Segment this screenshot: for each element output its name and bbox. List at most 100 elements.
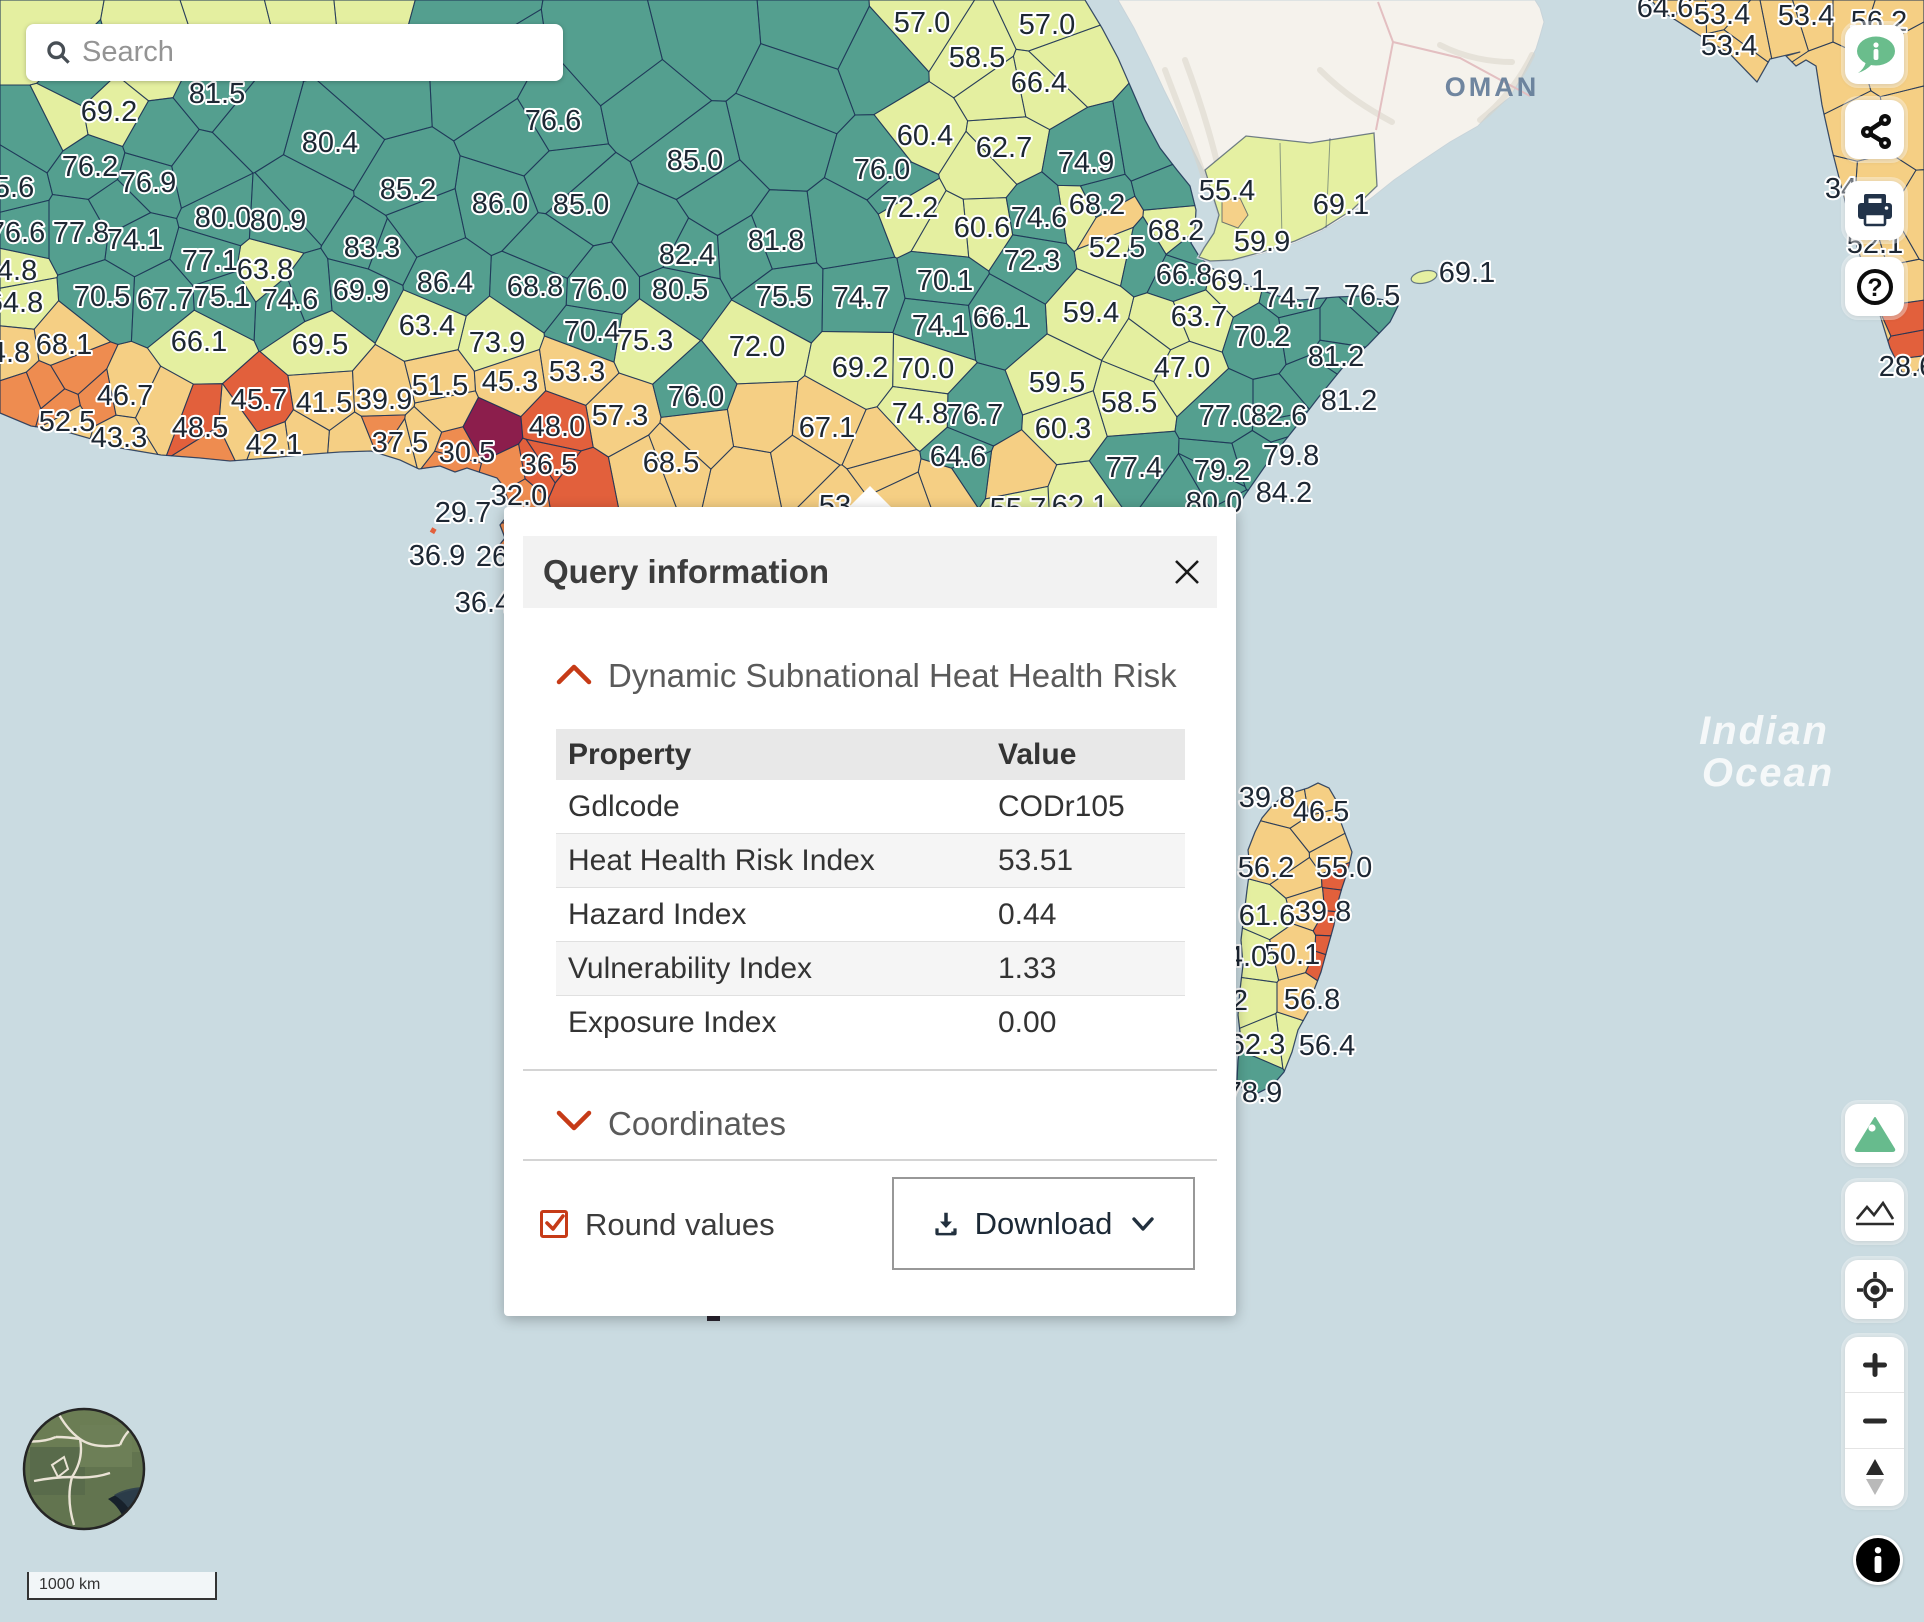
svg-text:67.7: 67.7 <box>137 284 193 316</box>
svg-text:76.2: 76.2 <box>62 151 118 183</box>
svg-text:76.5: 76.5 <box>1344 280 1400 312</box>
svg-text:72.0: 72.0 <box>729 331 785 363</box>
svg-text:76.6: 76.6 <box>0 217 45 249</box>
svg-text:45.7: 45.7 <box>231 384 287 416</box>
svg-text:70.2: 70.2 <box>1234 321 1290 353</box>
svg-text:68.2: 68.2 <box>1148 215 1204 247</box>
svg-text:36.5: 36.5 <box>521 449 577 481</box>
svg-text:53.4: 53.4 <box>1694 0 1750 31</box>
svg-text:52.5: 52.5 <box>39 406 95 438</box>
svg-text:55.0: 55.0 <box>1316 852 1372 884</box>
svg-text:77.4: 77.4 <box>1106 452 1162 484</box>
svg-text:80.4: 80.4 <box>302 127 358 159</box>
svg-text:63.4: 63.4 <box>399 310 455 342</box>
svg-text:28.6: 28.6 <box>1879 351 1924 383</box>
svg-text:85.0: 85.0 <box>667 145 723 177</box>
svg-text:80.0: 80.0 <box>195 202 251 234</box>
svg-text:36.9: 36.9 <box>409 540 465 572</box>
svg-text:51.5: 51.5 <box>412 370 468 402</box>
svg-text:76.0: 76.0 <box>854 154 910 186</box>
svg-text:69.9: 69.9 <box>333 275 389 307</box>
svg-text:62.7: 62.7 <box>976 132 1032 164</box>
svg-text:53.4: 53.4 <box>1778 0 1834 32</box>
svg-text:69.1: 69.1 <box>1211 265 1267 297</box>
svg-text:62.3: 62.3 <box>1229 1029 1285 1061</box>
svg-text:81.2: 81.2 <box>1308 341 1364 373</box>
svg-text:77.0: 77.0 <box>1199 400 1255 432</box>
svg-text:58.5: 58.5 <box>1101 387 1157 419</box>
svg-text:66.4: 66.4 <box>1011 67 1067 99</box>
svg-text:63.7: 63.7 <box>1171 301 1227 333</box>
svg-text:68.5: 68.5 <box>643 447 699 479</box>
svg-text:74.6: 74.6 <box>262 284 318 316</box>
svg-text:64.6: 64.6 <box>930 441 986 473</box>
svg-text:84.2: 84.2 <box>1256 477 1312 509</box>
svg-text:74.1: 74.1 <box>912 310 968 342</box>
svg-text:57.0: 57.0 <box>1019 9 1075 41</box>
svg-text:39.8: 39.8 <box>1295 896 1351 928</box>
svg-text:74.6: 74.6 <box>1011 202 1067 234</box>
svg-text:55.4: 55.4 <box>1199 175 1255 207</box>
svg-text:75.3: 75.3 <box>617 325 673 357</box>
svg-text:63.8: 63.8 <box>237 254 293 286</box>
svg-text:48.5: 48.5 <box>172 412 228 444</box>
svg-text:77.1: 77.1 <box>182 245 238 277</box>
svg-text:50.1: 50.1 <box>1264 939 1320 971</box>
svg-text:64.8: 64.8 <box>0 287 43 319</box>
svg-text:?: ? <box>1867 274 1882 302</box>
svg-text:81.8: 81.8 <box>748 225 804 257</box>
svg-text:76.9: 76.9 <box>120 167 176 199</box>
svg-text:57.3: 57.3 <box>592 400 648 432</box>
svg-text:64.6: 64.6 <box>1637 0 1693 24</box>
svg-text:69.2: 69.2 <box>81 96 137 128</box>
svg-text:48.0: 48.0 <box>529 411 585 443</box>
svg-text:57.0: 57.0 <box>894 7 950 39</box>
svg-text:77.8: 77.8 <box>53 217 109 249</box>
svg-text:75.5: 75.5 <box>756 281 812 313</box>
svg-text:70.0: 70.0 <box>898 353 954 385</box>
svg-text:64.8: 64.8 <box>0 255 37 287</box>
svg-text:58.5: 58.5 <box>949 42 1005 74</box>
svg-text:56.2: 56.2 <box>1238 852 1294 884</box>
svg-text:80.5: 80.5 <box>652 274 708 306</box>
svg-text:60.3: 60.3 <box>1035 413 1091 445</box>
svg-text:66.1: 66.1 <box>973 302 1029 334</box>
svg-text:76.6: 76.6 <box>525 105 581 137</box>
svg-text:36.4: 36.4 <box>455 587 511 619</box>
svg-text:73.9: 73.9 <box>469 327 525 359</box>
svg-text:70.4: 70.4 <box>564 316 620 348</box>
svg-text:Ocean: Ocean <box>1702 751 1834 795</box>
svg-text:76.7: 76.7 <box>947 399 1003 431</box>
svg-text:60.4: 60.4 <box>897 120 953 152</box>
svg-text:43.3: 43.3 <box>91 422 147 454</box>
svg-text:80.9: 80.9 <box>250 205 306 237</box>
svg-text:66.8: 66.8 <box>1156 259 1212 291</box>
svg-text:69.2: 69.2 <box>832 352 888 384</box>
svg-text:74.1: 74.1 <box>107 224 163 256</box>
svg-text:59.5: 59.5 <box>1029 367 1085 399</box>
svg-text:68.2: 68.2 <box>1069 189 1125 221</box>
svg-text:45.3: 45.3 <box>482 366 538 398</box>
svg-text:52.5: 52.5 <box>1089 232 1145 264</box>
svg-text:82.6: 82.6 <box>1251 400 1307 432</box>
svg-text:41.5: 41.5 <box>296 387 352 419</box>
svg-text:74.8: 74.8 <box>892 398 948 430</box>
svg-text:OMAN: OMAN <box>1445 72 1540 102</box>
svg-text:83.3: 83.3 <box>344 232 400 264</box>
svg-text:81.2: 81.2 <box>1321 385 1377 417</box>
svg-text:59.9: 59.9 <box>1234 226 1290 258</box>
svg-text:76.0: 76.0 <box>571 274 627 306</box>
svg-text:85.2: 85.2 <box>380 174 436 206</box>
svg-text:74.9: 74.9 <box>1058 147 1114 179</box>
svg-text:82.4: 82.4 <box>659 239 715 271</box>
svg-text:42.1: 42.1 <box>246 429 302 461</box>
svg-text:70.1: 70.1 <box>917 265 973 297</box>
svg-text:53.3: 53.3 <box>549 356 605 388</box>
svg-text:86.4: 86.4 <box>417 267 473 299</box>
svg-text:61.6: 61.6 <box>1239 900 1295 932</box>
svg-text:53.4: 53.4 <box>1701 30 1757 62</box>
svg-text:60.6: 60.6 <box>954 212 1010 244</box>
svg-text:59.4: 59.4 <box>1063 297 1119 329</box>
svg-text:39.8: 39.8 <box>1239 782 1295 814</box>
svg-text:68.8: 68.8 <box>507 271 563 303</box>
